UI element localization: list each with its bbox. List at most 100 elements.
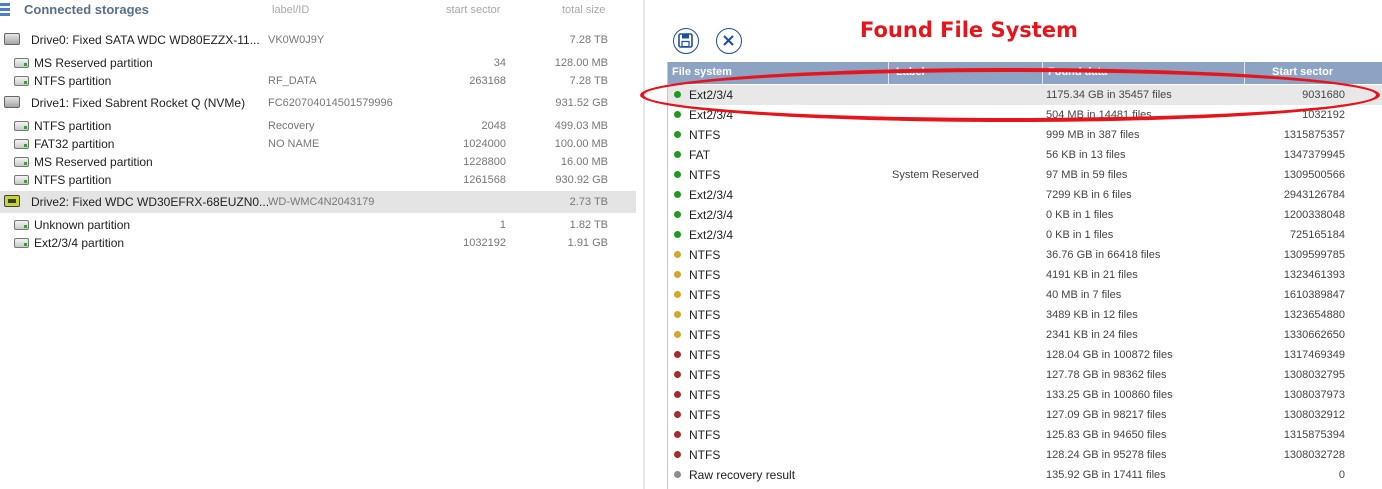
- found-fs-row[interactable]: NTFS 999 MB in 387 files 1315875357: [668, 125, 1382, 145]
- hard-drive-icon: [4, 96, 20, 108]
- found-fs: NTFS: [689, 288, 721, 302]
- found-start: 1315875394: [1283, 429, 1345, 441]
- storages-header: Connected storages label/ID start sector…: [0, 0, 643, 20]
- partition-icon: [14, 76, 29, 86]
- found-fs-row[interactable]: NTFS 128.24 GB in 95278 files 1308032728: [668, 445, 1382, 465]
- found-fs: NTFS: [689, 308, 721, 322]
- found-fs-row[interactable]: FAT 56 KB in 13 files 1347379945: [668, 145, 1382, 165]
- partition-icon: [14, 220, 29, 230]
- found-data: 1175.34 GB in 35457 files: [1046, 89, 1172, 101]
- found-fs: NTFS: [689, 388, 721, 402]
- found-fs-row[interactable]: NTFS 127.78 GB in 98362 files 1308032795: [668, 365, 1382, 385]
- col-separator[interactable]: [888, 62, 889, 84]
- partition-icon: [14, 175, 29, 185]
- drive-row[interactable]: Drive0: Fixed SATA WDC WD80EZZX-11... VK0…: [0, 29, 636, 51]
- found-fs-row[interactable]: NTFS 40 MB in 7 files 1610389847: [668, 285, 1382, 305]
- partition-row[interactable]: Ext2/3/4 partition 1032192 1.91 GB: [0, 234, 636, 252]
- found-fs-row[interactable]: NTFS 125.83 GB in 94650 files 1315875394: [668, 425, 1382, 445]
- partition-row[interactable]: NTFS partition Recovery 2048 499.03 MB: [0, 117, 636, 135]
- storage-label: Recovery: [268, 120, 315, 132]
- found-table-header: File system Label Found data Start secto…: [668, 62, 1382, 84]
- status-dot-icon: [674, 91, 681, 98]
- storage-name: NTFS partition: [34, 119, 112, 133]
- col-label[interactable]: Label: [896, 66, 925, 78]
- found-fs-row[interactable]: NTFS 127.09 GB in 98217 files 1308032912: [668, 405, 1382, 425]
- found-start: 1308037973: [1283, 389, 1345, 401]
- col-total-size[interactable]: total size: [562, 4, 605, 16]
- storage-start: 1261568: [463, 174, 506, 186]
- partition-row[interactable]: Unknown partition 1 1.82 TB: [0, 216, 636, 234]
- col-file-system[interactable]: File system: [672, 66, 732, 78]
- found-fs-row[interactable]: NTFS System Reserved 97 MB in 59 files 1309…: [668, 165, 1382, 185]
- drive-row[interactable]: Drive2: Fixed WDC WD30EFRX-68EUZN0... WD-…: [0, 191, 636, 213]
- status-dot-icon: [674, 251, 681, 258]
- found-start: 1309500566: [1283, 169, 1345, 181]
- found-fs-row[interactable]: NTFS 2341 KB in 24 files 1330662650: [668, 325, 1382, 345]
- found-fs-row[interactable]: Ext2/3/4 504 MB in 14481 files 1032192: [668, 105, 1382, 125]
- storage-label: VK0W0J9Y: [268, 34, 325, 46]
- storage-start: 1024000: [463, 138, 506, 150]
- col-label-id[interactable]: label/ID: [272, 4, 309, 16]
- found-fs-row[interactable]: NTFS 133.25 GB in 100860 files 1308037973: [668, 385, 1382, 405]
- partition-icon: [14, 139, 29, 149]
- found-data: 135.92 GB in 17411 files: [1046, 469, 1166, 481]
- col-start-sector[interactable]: start sector: [446, 4, 500, 16]
- close-button[interactable]: [716, 28, 742, 54]
- storage-label: FC620704014501579996: [268, 97, 393, 109]
- partition-icon: [14, 121, 29, 131]
- partition-row[interactable]: FAT32 partition NO NAME 1024000 100.00 MB: [0, 135, 636, 153]
- storage-start: 2048: [481, 120, 506, 132]
- found-fs-row[interactable]: NTFS 3489 KB in 12 files 1323654880: [668, 305, 1382, 325]
- found-fs: Ext2/3/4: [689, 88, 734, 102]
- hard-drive-icon: [4, 33, 20, 45]
- found-data: 7299 KB in 6 files: [1046, 189, 1132, 201]
- col-start-sector[interactable]: Start sector: [1272, 66, 1333, 78]
- found-start: 1610389847: [1283, 289, 1345, 301]
- found-fs-row[interactable]: Ext2/3/4 0 KB in 1 files 725165184: [668, 225, 1382, 245]
- found-start: 1317469349: [1283, 349, 1345, 361]
- found-fs-row[interactable]: NTFS 4191 KB in 21 files 1323461393: [668, 265, 1382, 285]
- found-fs-row[interactable]: Ext2/3/4 0 KB in 1 files 1200338048: [668, 205, 1382, 225]
- found-data: 97 MB in 59 files: [1046, 169, 1128, 181]
- found-start: 1032192: [1302, 109, 1345, 121]
- found-data: 133.25 GB in 100860 files: [1046, 389, 1173, 401]
- col-separator[interactable]: [1042, 62, 1043, 84]
- storage-name: NTFS partition: [34, 173, 112, 187]
- found-data: 3489 KB in 12 files: [1046, 309, 1138, 321]
- partition-row[interactable]: NTFS partition RF_DATA 263168 7.28 TB: [0, 72, 636, 90]
- found-fs: NTFS: [689, 428, 721, 442]
- status-dot-icon: [674, 411, 681, 418]
- found-fs: Ext2/3/4: [689, 208, 734, 222]
- partition-row[interactable]: NTFS partition 1261568 930.92 GB: [0, 171, 636, 189]
- status-dot-icon: [674, 331, 681, 338]
- partition-icon: [14, 58, 29, 68]
- found-fs-row[interactable]: Raw recovery result 135.92 GB in 17411 fi…: [668, 465, 1382, 485]
- storage-size: 7.28 TB: [569, 75, 608, 87]
- found-fs-row[interactable]: Ext2/3/4 7299 KB in 6 files 2943126784: [668, 185, 1382, 205]
- found-fs-row[interactable]: NTFS 36.76 GB in 66418 files 1309599785: [668, 245, 1382, 265]
- found-fs: Ext2/3/4: [689, 188, 734, 202]
- save-icon: [678, 33, 693, 48]
- found-start: 2943126784: [1283, 189, 1345, 201]
- partition-row[interactable]: MS Reserved partition 34 128.00 MB: [0, 54, 636, 72]
- found-fs-row[interactable]: NTFS 128.04 GB in 100872 files 1317469349: [668, 345, 1382, 365]
- partition-icon: [14, 157, 29, 167]
- found-start: 1330662650: [1283, 329, 1345, 341]
- close-icon: [723, 35, 734, 46]
- partition-row[interactable]: MS Reserved partition 1228800 16.00 MB: [0, 153, 636, 171]
- found-start: 1200338048: [1283, 209, 1345, 221]
- drive-row[interactable]: Drive1: Fixed Sabrent Rocket Q (NVMe) FC6…: [0, 92, 636, 114]
- status-dot-icon: [674, 151, 681, 158]
- storage-name: FAT32 partition: [34, 137, 115, 151]
- storage-size: 499.03 MB: [554, 120, 608, 132]
- status-dot-icon: [674, 391, 681, 398]
- col-found-data[interactable]: Found data: [1048, 66, 1107, 78]
- save-button[interactable]: [673, 28, 699, 54]
- found-label: System Reserved: [892, 169, 979, 181]
- found-data: 0 KB in 1 files: [1046, 229, 1114, 241]
- storage-name: Drive0: Fixed SATA WDC WD80EZZX-11...: [31, 33, 260, 47]
- found-fs-row[interactable]: Ext2/3/4 1175.34 GB in 35457 files 9031680: [668, 85, 1382, 105]
- storage-size: 2.73 TB: [569, 196, 608, 208]
- found-fs: NTFS: [689, 328, 721, 342]
- col-separator[interactable]: [1244, 62, 1245, 84]
